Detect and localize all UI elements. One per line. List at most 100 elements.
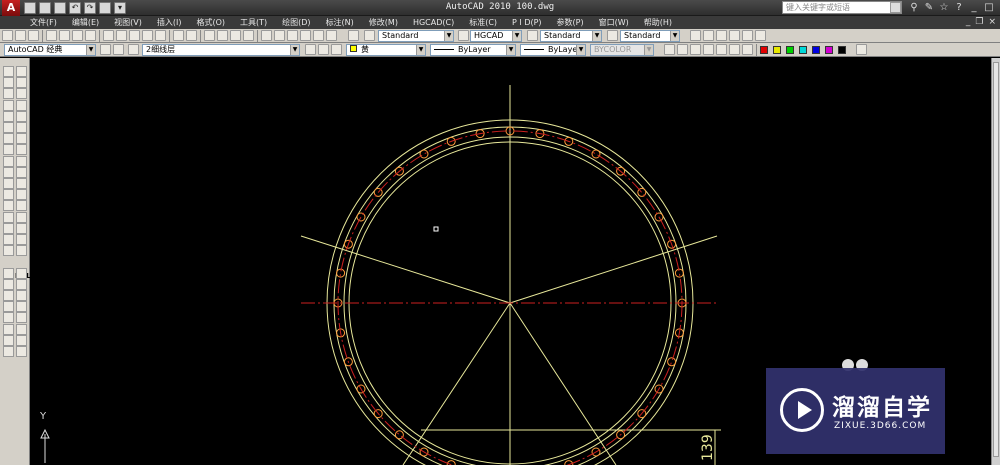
tools-icon[interactable]: ✎: [923, 2, 935, 14]
menu-tools[interactable]: 工具(T): [240, 17, 267, 28]
workspace-settings-icon[interactable]: [100, 44, 111, 55]
maximize-icon[interactable]: □: [983, 2, 995, 14]
draw-tool-icon[interactable]: [3, 245, 14, 257]
ucs-previous-icon[interactable]: [690, 44, 701, 55]
help-search-input[interactable]: 键入关键字或短语: [782, 1, 902, 14]
minimize-icon[interactable]: _: [968, 2, 980, 14]
layer-manager-icon[interactable]: [128, 44, 139, 55]
multileader-style-select[interactable]: Standard ▼: [620, 30, 680, 42]
draw-tool-icon[interactable]: [3, 189, 14, 201]
draw-tool-icon[interactable]: [3, 323, 14, 335]
star-icon[interactable]: ☆: [938, 2, 950, 14]
draw-tool-icon[interactable]: [16, 301, 27, 313]
draw-tool-icon[interactable]: [3, 155, 14, 167]
dim-ordinate-icon[interactable]: [729, 30, 740, 41]
draw-tool-icon[interactable]: [3, 110, 14, 122]
draw-tool-icon[interactable]: [3, 290, 14, 301]
quickcalc-icon[interactable]: [326, 30, 337, 41]
draw-tool-icon[interactable]: [3, 211, 14, 223]
text-style-select[interactable]: Standard ▼: [378, 30, 454, 42]
zoom-previous-icon[interactable]: [243, 30, 254, 41]
layer-previous-icon[interactable]: [318, 44, 329, 55]
markup-icon[interactable]: [313, 30, 324, 41]
workspace-select[interactable]: AutoCAD 经典 ▼: [4, 44, 96, 56]
palette-swatch[interactable]: [838, 46, 846, 54]
ucs-world-icon[interactable]: [677, 44, 688, 55]
draw-tool-icon[interactable]: [16, 323, 27, 335]
dim-style-icon[interactable]: [458, 30, 469, 41]
draw-tool-icon[interactable]: [16, 278, 27, 290]
match-properties-icon[interactable]: [142, 30, 153, 41]
draw-tool-icon[interactable]: [16, 144, 27, 156]
menu-format[interactable]: 格式(O): [196, 17, 225, 28]
palette-swatch[interactable]: [799, 46, 807, 54]
ucs-face-icon[interactable]: [703, 44, 714, 55]
draw-tool-icon[interactable]: [16, 99, 27, 111]
draw-tool-icon[interactable]: [16, 267, 27, 279]
draw-tool-icon[interactable]: [3, 267, 14, 279]
layer-states-icon[interactable]: [331, 44, 342, 55]
draw-tool-icon[interactable]: [16, 234, 27, 245]
dim-linear-icon[interactable]: [690, 30, 701, 41]
block-editor-icon[interactable]: [155, 30, 166, 41]
table-style-icon[interactable]: [527, 30, 538, 41]
draw-tool-icon[interactable]: [3, 278, 14, 290]
draw-tool-icon[interactable]: [16, 222, 27, 234]
design-center-icon[interactable]: [274, 30, 285, 41]
copy-icon[interactable]: [116, 30, 127, 41]
palette-swatch[interactable]: [786, 46, 794, 54]
draw-tool-icon[interactable]: [16, 312, 27, 324]
menu-pid[interactable]: P I D(P): [512, 18, 542, 27]
dim-arc-icon[interactable]: [716, 30, 727, 41]
zoom-window-icon[interactable]: [230, 30, 241, 41]
draw-tool-icon[interactable]: [3, 178, 14, 189]
redo-icon[interactable]: [186, 30, 197, 41]
draw-tool-icon[interactable]: [16, 346, 27, 357]
draw-tool-icon[interactable]: [16, 211, 27, 223]
menu-modify[interactable]: 修改(M): [369, 17, 398, 28]
dim-aligned-icon[interactable]: [703, 30, 714, 41]
color-select[interactable]: 黄 ▼: [346, 44, 426, 56]
draw-tool-icon[interactable]: [16, 290, 27, 301]
menu-file[interactable]: 文件(F): [30, 17, 57, 28]
menu-dimension[interactable]: 标注(N): [326, 17, 354, 28]
draw-tool-icon[interactable]: [3, 312, 14, 324]
draw-tool-icon[interactable]: [3, 66, 14, 77]
draw-tool-icon[interactable]: [3, 346, 14, 357]
extra-tool-icon[interactable]: [856, 44, 867, 55]
vertical-scrollbar[interactable]: [991, 58, 1000, 465]
draw-tool-icon[interactable]: [16, 189, 27, 201]
draw-tool-icon[interactable]: [3, 222, 14, 234]
zoom-realtime-icon[interactable]: [217, 30, 228, 41]
draw-tool-icon[interactable]: [16, 178, 27, 189]
draw-tool-icon[interactable]: [3, 200, 14, 212]
doc-minimize-icon[interactable]: _: [966, 16, 971, 29]
draw-tool-icon[interactable]: [16, 245, 27, 257]
menu-window[interactable]: 窗口(W): [599, 17, 629, 28]
draw-tool-icon[interactable]: [3, 166, 14, 178]
menu-hgcad[interactable]: HGCAD(C): [413, 18, 454, 27]
ucs-view-icon[interactable]: [729, 44, 740, 55]
draw-tool-icon[interactable]: [16, 110, 27, 122]
table-style-select[interactable]: Standard ▼: [540, 30, 602, 42]
draw-tool-icon[interactable]: [16, 334, 27, 346]
menu-parametric[interactable]: 参数(P): [557, 17, 584, 28]
palette-swatch[interactable]: [773, 46, 781, 54]
ucs-origin-icon[interactable]: [742, 44, 753, 55]
layer-select[interactable]: 2细线层 ▼: [142, 44, 300, 56]
draw-tool-icon[interactable]: [16, 155, 27, 167]
palette-swatch[interactable]: [760, 46, 768, 54]
text-style-icon[interactable]: [364, 30, 375, 41]
dim-radius-icon[interactable]: [742, 30, 753, 41]
doc-restore-icon[interactable]: ❐: [975, 16, 983, 29]
publish-icon[interactable]: [72, 30, 83, 41]
dim-style-select[interactable]: HGCAD ▼: [470, 30, 522, 42]
draw-tool-icon[interactable]: [16, 66, 27, 77]
undo-icon[interactable]: [173, 30, 184, 41]
draw-tool-icon[interactable]: [3, 144, 14, 156]
menu-insert[interactable]: 插入(I): [157, 17, 182, 28]
open-icon[interactable]: [15, 30, 26, 41]
ucs-object-icon[interactable]: [716, 44, 727, 55]
sheet-set-icon[interactable]: [300, 30, 311, 41]
linetype-select[interactable]: ByLayer ▼: [430, 44, 516, 56]
